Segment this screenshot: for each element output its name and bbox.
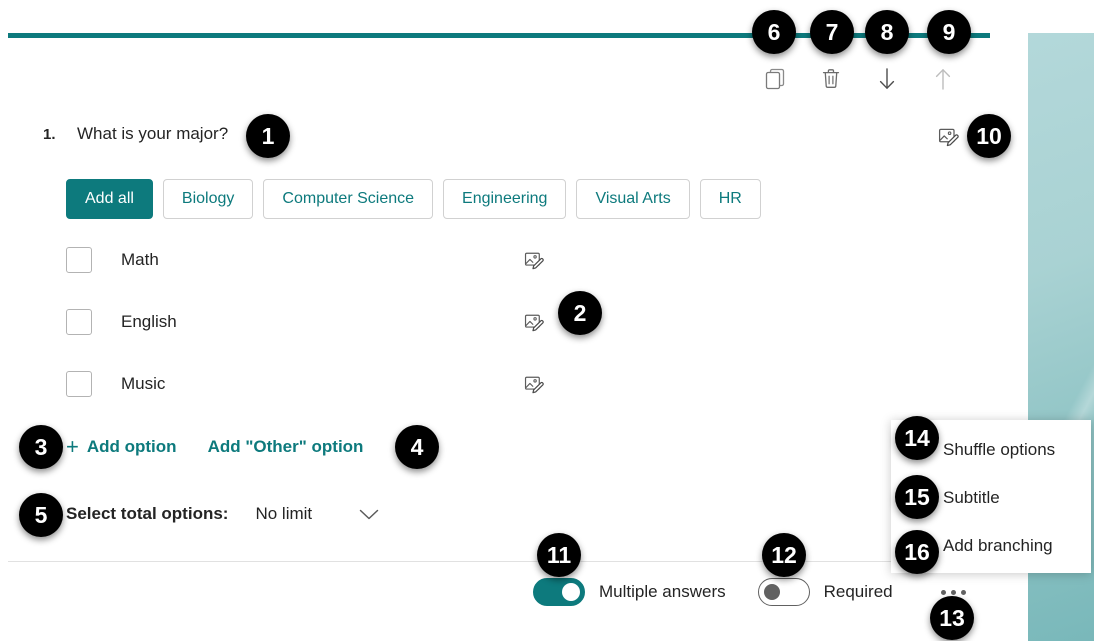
annotation-badge-1: 1 bbox=[246, 114, 290, 158]
insert-image-icon bbox=[938, 128, 959, 147]
move-question-down-button[interactable] bbox=[870, 62, 904, 96]
chevron-down-icon bbox=[359, 509, 379, 519]
insert-image-icon bbox=[524, 314, 544, 331]
option-label-music: Music bbox=[121, 374, 166, 393]
ellipsis-icon bbox=[960, 589, 966, 595]
add-option-button[interactable]: + Add option bbox=[66, 436, 177, 458]
copy-question-button[interactable] bbox=[758, 62, 792, 96]
option-checkbox-math[interactable] bbox=[66, 247, 92, 273]
total-options-dropdown[interactable]: No limit bbox=[255, 504, 380, 524]
option-checkbox-english[interactable] bbox=[66, 309, 92, 335]
annotation-badge-12: 12 bbox=[762, 533, 806, 577]
suggested-options-chips: Add all Biology Computer Science Enginee… bbox=[66, 179, 761, 219]
insert-image-icon bbox=[524, 252, 544, 269]
annotation-badge-16: 16 bbox=[895, 530, 939, 574]
question-footer-controls: Multiple answers Required bbox=[533, 578, 893, 606]
annotation-badge-15: 15 bbox=[895, 475, 939, 519]
option-insert-image-button-math[interactable] bbox=[519, 245, 549, 275]
arrow-down-icon bbox=[879, 68, 895, 89]
annotation-badge-5: 5 bbox=[19, 493, 63, 537]
annotation-badge-2: 2 bbox=[558, 291, 602, 335]
toggle-knob bbox=[562, 583, 580, 601]
option-label-math: Math bbox=[121, 250, 159, 269]
annotation-badge-3: 3 bbox=[19, 425, 63, 469]
add-other-option-button[interactable]: Add "Other" option bbox=[208, 437, 364, 457]
select-total-options-row: Select total options: No limit bbox=[66, 504, 380, 524]
option-insert-image-button-english[interactable] bbox=[519, 307, 549, 337]
option-insert-image-button-music[interactable] bbox=[519, 369, 549, 399]
copy-icon bbox=[765, 68, 785, 90]
question-number: 1. bbox=[43, 126, 56, 143]
ellipsis-icon bbox=[940, 589, 946, 595]
question-title: What is your major? bbox=[77, 124, 229, 143]
annotation-badge-10: 10 bbox=[967, 114, 1011, 158]
annotation-badge-7: 7 bbox=[810, 10, 854, 54]
annotation-badge-8: 8 bbox=[865, 10, 909, 54]
multiple-answers-toggle[interactable] bbox=[533, 578, 585, 606]
multiple-answers-label: Multiple answers bbox=[599, 582, 726, 601]
option-row: Music bbox=[66, 365, 666, 427]
chip-hr[interactable]: HR bbox=[699, 179, 761, 219]
chip-engineering[interactable]: Engineering bbox=[443, 179, 567, 219]
trash-icon bbox=[822, 69, 840, 88]
option-label-english: English bbox=[121, 312, 177, 331]
required-toggle-group: Required bbox=[757, 578, 893, 606]
select-total-options-label: Select total options: bbox=[66, 504, 229, 523]
arrow-up-icon bbox=[935, 69, 951, 90]
annotation-badge-13: 13 bbox=[930, 596, 974, 640]
insert-image-icon bbox=[524, 376, 544, 393]
total-options-value: No limit bbox=[255, 504, 313, 523]
move-question-up-button[interactable] bbox=[926, 62, 960, 96]
card-divider bbox=[8, 561, 990, 562]
delete-question-button[interactable] bbox=[814, 62, 848, 96]
required-toggle[interactable] bbox=[757, 578, 810, 606]
chip-computer-science[interactable]: Computer Science bbox=[263, 179, 434, 219]
required-label: Required bbox=[823, 582, 893, 601]
annotation-badge-6: 6 bbox=[752, 10, 796, 54]
annotation-badge-14: 14 bbox=[895, 416, 939, 460]
add-option-actions: + Add option Add "Other" option bbox=[66, 436, 363, 458]
chip-biology[interactable]: Biology bbox=[162, 179, 254, 219]
toggle-knob bbox=[763, 584, 780, 600]
option-checkbox-music[interactable] bbox=[66, 371, 92, 397]
question-header-row: 1. What is your major? bbox=[43, 124, 973, 154]
chip-visual-arts[interactable]: Visual Arts bbox=[576, 179, 690, 219]
chip-add-all[interactable]: Add all bbox=[66, 179, 153, 219]
ellipsis-icon bbox=[950, 589, 956, 595]
annotation-badge-4: 4 bbox=[395, 425, 439, 469]
add-option-label: Add option bbox=[86, 437, 177, 456]
annotation-badge-9: 9 bbox=[927, 10, 971, 54]
question-insert-image-button[interactable] bbox=[933, 121, 965, 153]
question-toolbar bbox=[758, 62, 960, 96]
add-other-option-label: Add "Other" option bbox=[207, 437, 364, 456]
plus-icon: + bbox=[66, 434, 79, 459]
annotation-badge-11: 11 bbox=[537, 533, 581, 577]
